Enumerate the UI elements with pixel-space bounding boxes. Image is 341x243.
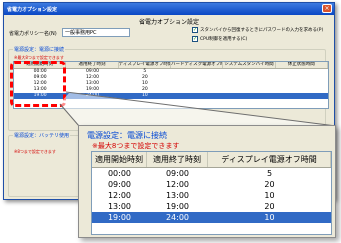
table-cell: 13:00 (107, 202, 132, 211)
table-cell: 12:00 (107, 191, 132, 200)
table-row-selected[interactable]: 19:00 24:00 10 (92, 212, 331, 223)
table-row[interactable]: 09:00 12:00 20 (92, 179, 331, 190)
table-cell: 24:00 (165, 213, 190, 222)
callout-schedule-table: 適用開始時刻 適用終了時刻 ディスプレイ電源オフ時間 00:00 09:00 5… (91, 151, 332, 235)
table-cell: 09:00 (165, 169, 190, 178)
table-cell: 00:00 (107, 169, 132, 178)
table-cell: 13:00 (165, 191, 190, 200)
table-header: 適用開始時刻 適用終了時刻 ディスプレイ電源オフ時間 (92, 152, 331, 168)
column-header-start[interactable]: 適用開始時刻 (92, 152, 147, 167)
table-cell: 10 (264, 213, 275, 222)
table-row[interactable]: 12:00 13:00 10 (92, 190, 331, 201)
table-cell: 09:00 (107, 180, 132, 189)
callout-note: ※最大8つまで設定できます (92, 142, 180, 150)
table-cell: 5 (266, 169, 273, 178)
table-cell: 19:00 (107, 213, 132, 222)
table-cell: 20 (264, 180, 275, 189)
table-row[interactable]: 13:00 19:00 20 (92, 201, 331, 212)
column-header-end[interactable]: 適用終了時刻 (147, 152, 208, 167)
table-cell: 19:00 (165, 202, 190, 211)
column-header-display-off[interactable]: ディスプレイ電源オフ時間 (208, 152, 331, 167)
table-cell: 20 (264, 202, 275, 211)
table-cell: 12:00 (165, 180, 190, 189)
table-row[interactable]: 00:00 09:00 5 (92, 168, 331, 179)
callout-group-label: 電源設定：電源に接続 (87, 131, 167, 140)
table-cell: 10 (264, 191, 275, 200)
zoom-callout: 電源設定：電源に接続 ※最大8つまで設定できます 適用開始時刻 適用終了時刻 デ… (78, 125, 336, 238)
